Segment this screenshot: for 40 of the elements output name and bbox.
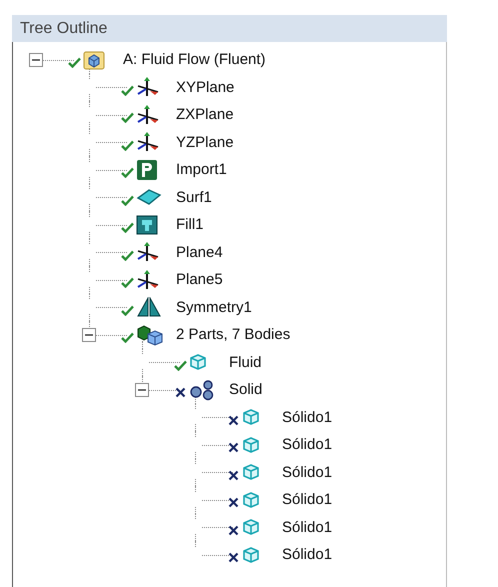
fill-icon [136,214,158,235]
tree-item[interactable]: 2 Parts, 7 Bodies [176,326,290,344]
surface-icon [136,188,162,206]
tree-item[interactable]: Fill1 [176,216,204,234]
tree-item[interactable]: ZXPlane [176,106,234,124]
axes-icon [136,76,160,98]
tree-item[interactable]: Sólido1 [282,546,332,564]
cube-icon [242,463,260,482]
tree-item[interactable]: Sólido1 [282,408,332,426]
collapse-toggle[interactable] [135,382,149,397]
tree-item[interactable]: Plane4 [176,244,223,261]
tree-item[interactable]: Fluid [229,354,262,371]
tree-item[interactable]: Sólido1 [282,491,332,508]
folder-cube-icon [83,50,105,70]
cube-icon [242,490,260,509]
cube-icon [242,518,260,536]
cube-icon [189,353,207,372]
axes-icon [136,131,160,154]
panel-title: Tree Outline [20,20,108,38]
import-icon [136,158,158,181]
tree-item[interactable]: Import1 [176,161,227,178]
tree-item[interactable]: Sólido1 [282,436,332,454]
tree-item[interactable]: Sólido1 [282,464,332,481]
cube-icon [242,436,260,454]
tree-item[interactable]: Surf1 [176,188,212,206]
tree-item[interactable]: A: Fluid Flow (Fluent) [123,51,266,68]
symmetry-icon [136,297,162,318]
tree-item[interactable]: Plane5 [176,271,223,288]
tree-item[interactable]: YZPlane [176,134,234,151]
tree-item[interactable]: Symmetry1 [176,298,252,316]
cube-icon [242,546,260,564]
axes-icon [136,241,160,264]
axes-icon [136,104,160,126]
tree-item[interactable]: XYPlane [176,78,234,96]
axes-icon [136,268,160,291]
collapse-toggle[interactable] [82,328,96,342]
collapse-toggle[interactable] [29,52,43,67]
cube-icon [242,408,260,426]
tree-item[interactable]: Solid [229,381,262,398]
tree-item[interactable]: Sólido1 [282,518,332,536]
